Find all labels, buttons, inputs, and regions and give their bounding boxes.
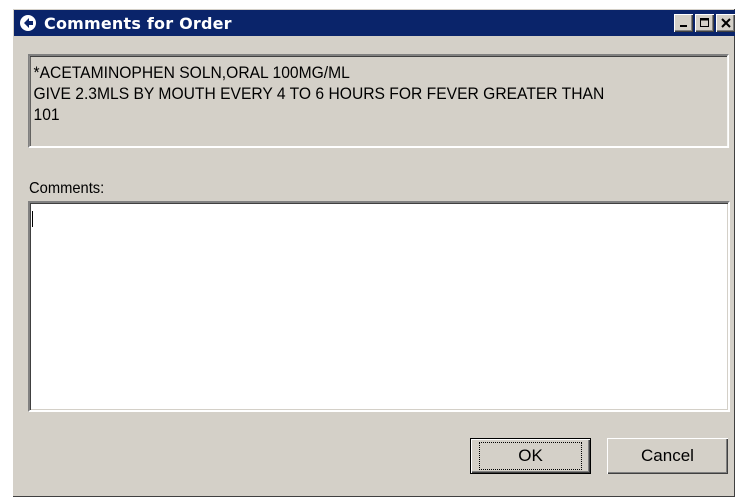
close-icon (720, 18, 731, 28)
order-line-continued: 101 (33, 105, 60, 124)
ok-button-label: OK (479, 442, 582, 470)
ok-button[interactable]: OK (470, 438, 591, 474)
comments-label: Comments: (29, 180, 105, 197)
close-button[interactable] (716, 14, 735, 32)
order-line-drug: *ACETAMINOPHEN SOLN,ORAL 100MG/ML (33, 63, 350, 82)
app-icon (18, 13, 38, 33)
order-text-box: *ACETAMINOPHEN SOLN,ORAL 100MG/ML GIVE 2… (28, 54, 730, 148)
order-line-instructions: GIVE 2.3MLS BY MOUTH EVERY 4 TO 6 HOURS … (33, 84, 605, 103)
text-caret (32, 211, 33, 227)
window-controls (674, 14, 735, 32)
maximize-button[interactable] (695, 14, 714, 32)
cancel-button-label: Cancel (641, 446, 694, 465)
comments-textarea[interactable] (28, 201, 730, 412)
minimize-button[interactable] (674, 14, 693, 32)
comments-dialog: Comments for Order *ACETAMINOPHEN SOLN,O… (12, 8, 735, 497)
maximize-icon (699, 18, 709, 27)
title-bar[interactable]: Comments for Order (14, 10, 735, 36)
minimize-icon (679, 25, 687, 27)
window-title: Comments for Order (44, 13, 232, 33)
cancel-button[interactable]: Cancel (607, 438, 728, 474)
